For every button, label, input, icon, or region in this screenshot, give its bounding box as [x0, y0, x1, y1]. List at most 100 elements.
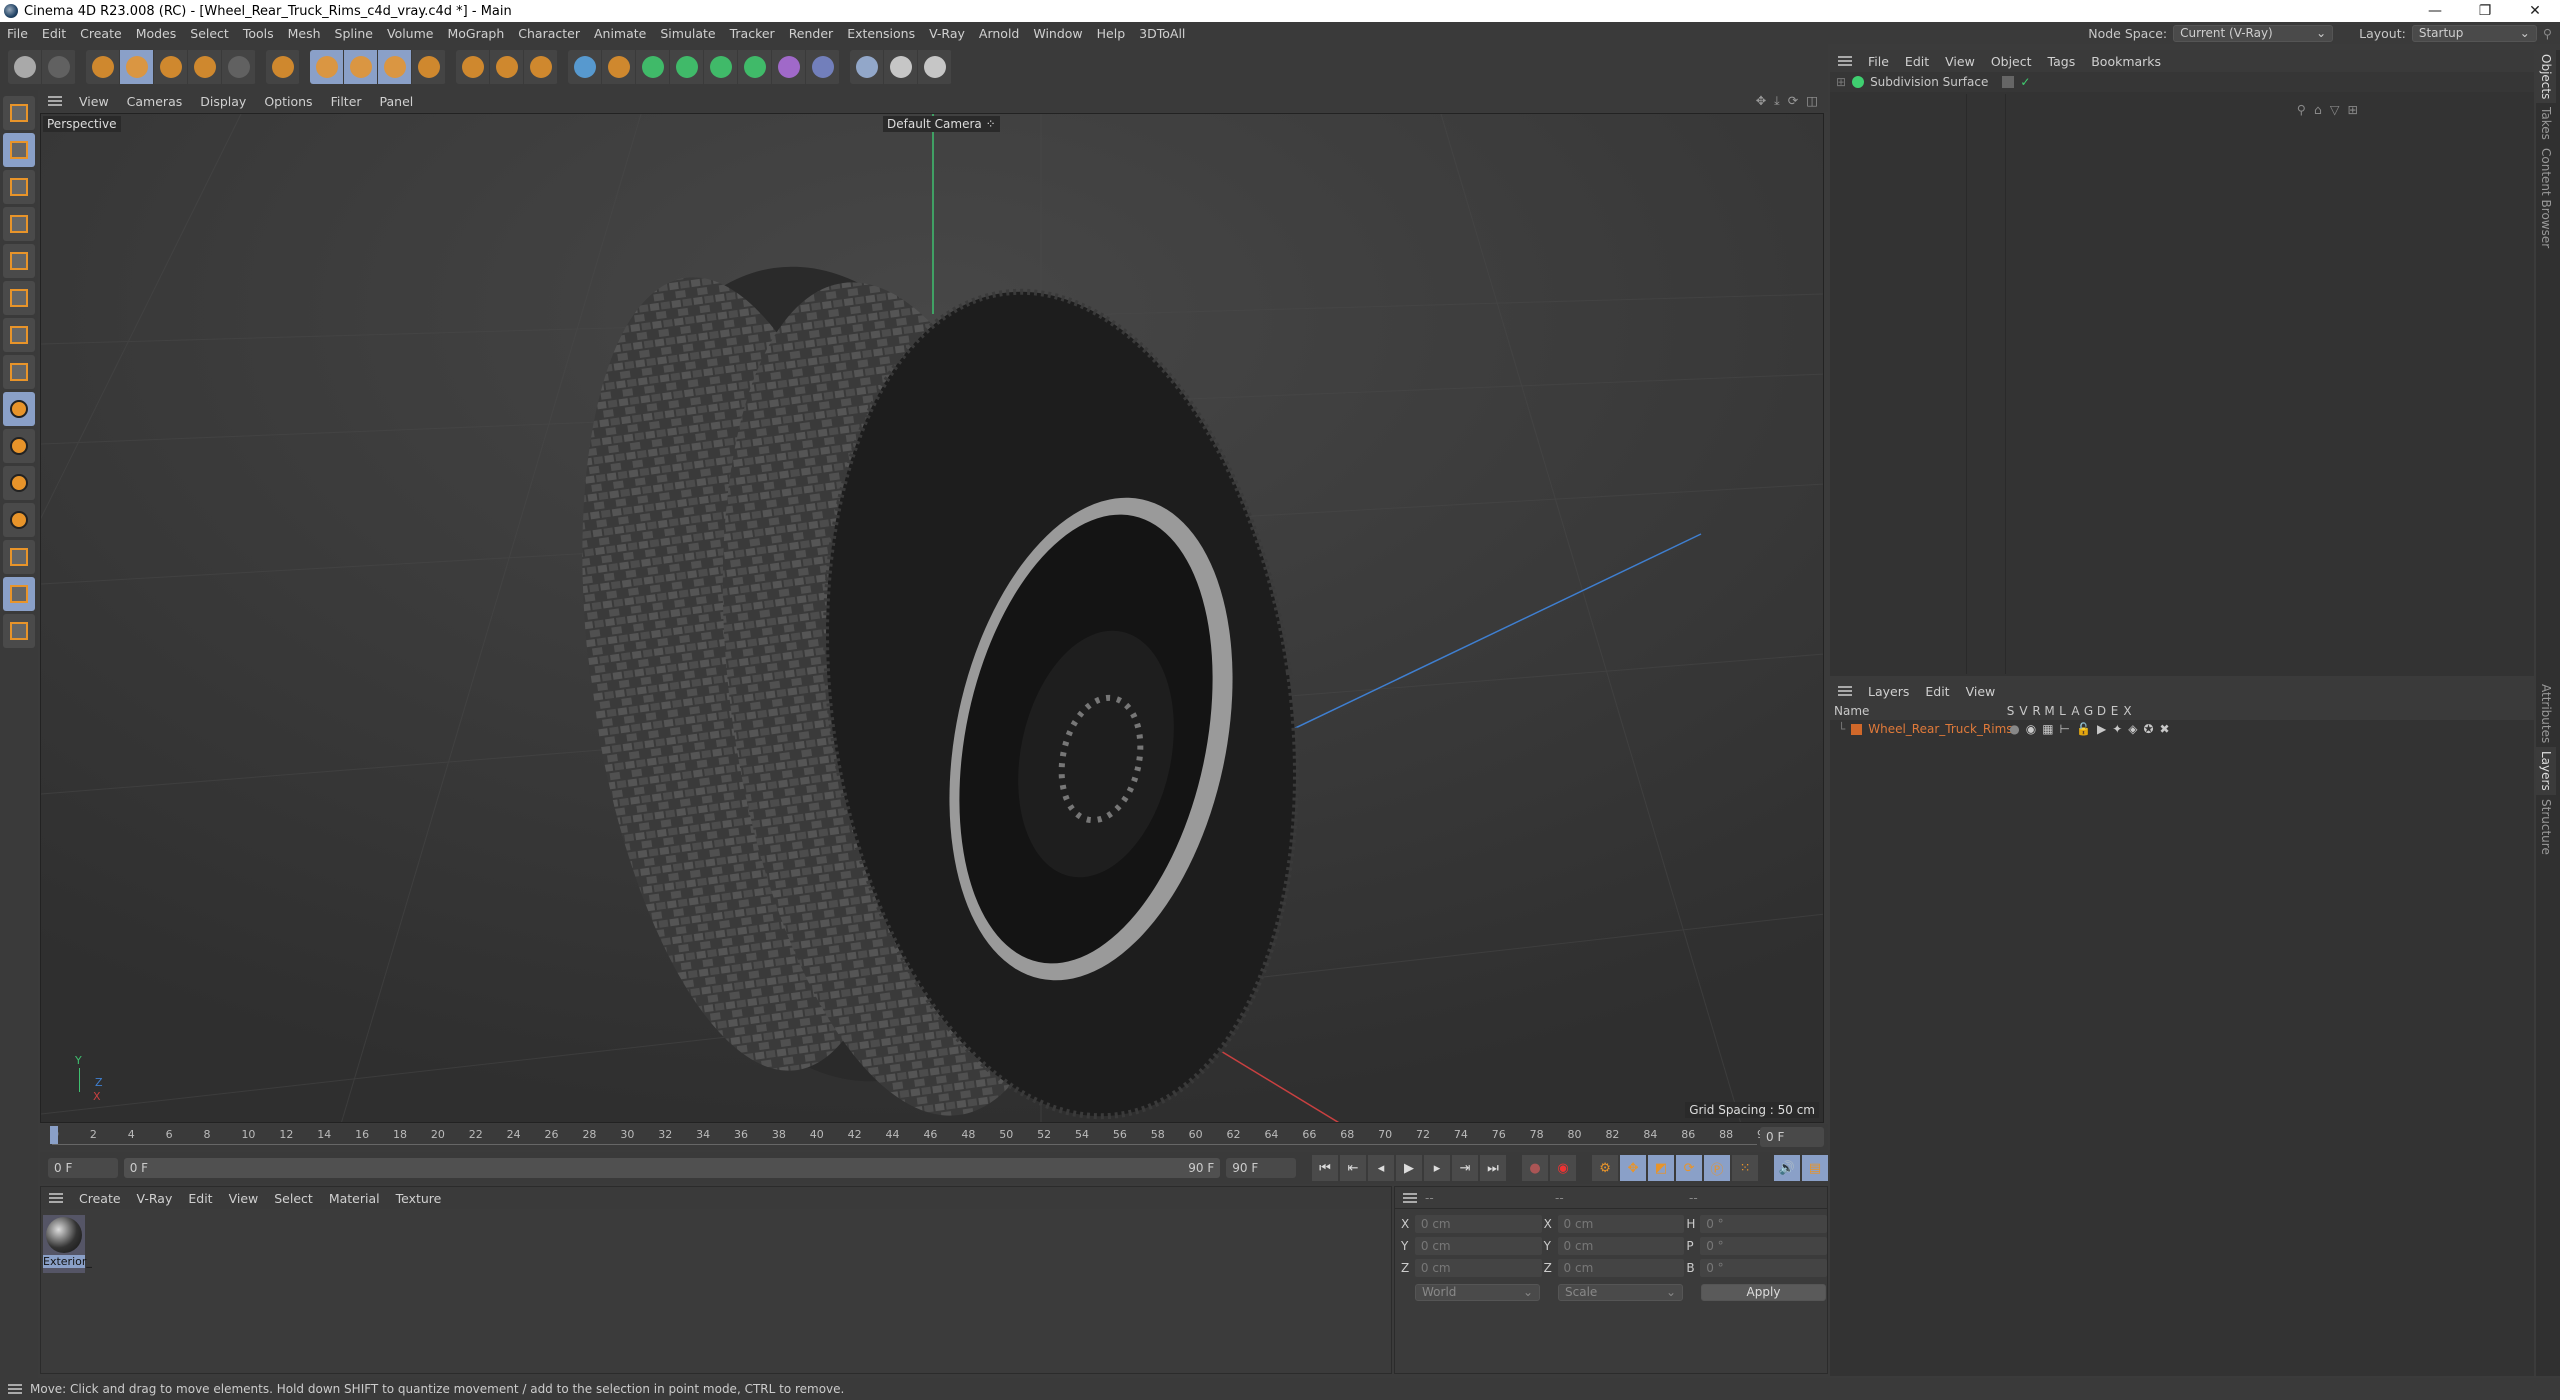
close-button[interactable]: ✕	[2510, 0, 2560, 22]
layer-column-s[interactable]: S	[2004, 704, 2017, 718]
current-frame-field[interactable]: 0 F	[1760, 1127, 1824, 1147]
xref-icon[interactable]: ✖	[2160, 722, 2170, 736]
object-menu-edit[interactable]: Edit	[1897, 54, 1937, 69]
array-button[interactable]	[704, 50, 738, 84]
layer-row[interactable]: └ Wheel_Rear_Truck_Rims ● ◉ ▦ ⊢ 🔓 ▶ ✦ ◈ …	[1830, 720, 2534, 738]
previous-frame-icon[interactable]: ◂	[1368, 1155, 1395, 1181]
snap-button[interactable]	[3, 392, 35, 426]
coordinate-z-field[interactable]: 0 cm	[1414, 1259, 1542, 1277]
new-view-icon[interactable]: ⊞	[2348, 102, 2358, 117]
key-scale-icon[interactable]: ◩	[1648, 1155, 1675, 1181]
cloner-button[interactable]	[738, 50, 772, 84]
menu-mesh[interactable]: Mesh	[281, 26, 328, 41]
manager-icon[interactable]: ⊢	[2060, 722, 2070, 736]
workplane-align-button[interactable]	[3, 614, 35, 648]
cube-button[interactable]	[568, 50, 602, 84]
maximize-button[interactable]: ❐	[2460, 0, 2510, 22]
undo-button[interactable]	[8, 50, 42, 84]
extrude-button[interactable]	[670, 50, 704, 84]
move-button[interactable]	[120, 50, 154, 84]
next-key-icon[interactable]: ⇥	[1452, 1155, 1479, 1181]
side-tab-takes[interactable]: Takes	[2536, 103, 2556, 144]
layer-column-l[interactable]: L	[2056, 704, 2069, 718]
layer-color-swatch[interactable]	[1851, 723, 1863, 735]
menu-character[interactable]: Character	[511, 26, 587, 41]
coordinate-h-field[interactable]: 0 °	[1700, 1215, 1827, 1233]
key-position-icon[interactable]: ✥	[1620, 1155, 1647, 1181]
timeline-ruler[interactable]: 0246810121416182022242628303234363840424…	[40, 1124, 1828, 1150]
locked-workplane-button[interactable]	[3, 577, 35, 611]
layer-column-d[interactable]: D	[2095, 704, 2108, 718]
snap-settings-button[interactable]	[3, 429, 35, 463]
playhead[interactable]	[50, 1126, 58, 1144]
expressions-icon[interactable]: ✪	[2143, 722, 2153, 736]
object-menu-tags[interactable]: Tags	[2040, 54, 2084, 69]
menu-create[interactable]: Create	[73, 26, 129, 41]
layer-column-v[interactable]: V	[2017, 704, 2030, 718]
camera-name-label[interactable]: Default Camera ⁘	[883, 116, 1000, 132]
menu-3dtoall[interactable]: 3DToAll	[1132, 26, 1192, 41]
menu-volume[interactable]: Volume	[380, 26, 441, 41]
animation-icon[interactable]: ▶	[2097, 722, 2106, 736]
dolly-icon[interactable]: ⤓	[1774, 93, 1780, 109]
menu-animate[interactable]: Animate	[587, 26, 653, 41]
coordinate-z-field[interactable]: 0 cm	[1557, 1259, 1685, 1277]
key-rotation-icon[interactable]: ⟳	[1676, 1155, 1703, 1181]
hamburger-icon[interactable]	[48, 96, 62, 106]
layer-menu-view[interactable]: View	[1958, 684, 2004, 699]
y-axis-button[interactable]	[344, 50, 378, 84]
generators-icon[interactable]: ✦	[2112, 722, 2122, 736]
menu-modes[interactable]: Modes	[129, 26, 184, 41]
edge-mode-button[interactable]	[3, 244, 35, 278]
model-mode-button[interactable]	[3, 96, 35, 130]
menu-tools[interactable]: Tools	[236, 26, 281, 41]
render-picture-viewer-button[interactable]	[490, 50, 524, 84]
side-tab-objects[interactable]: Objects	[2536, 50, 2556, 104]
hamburger-icon[interactable]	[8, 1384, 22, 1394]
select-button[interactable]	[86, 50, 120, 84]
object-row[interactable]: ⊞ Subdivision Surface ✓	[1830, 72, 2534, 92]
layer-column-a[interactable]: A	[2069, 704, 2082, 718]
record-icon[interactable]: ●	[1522, 1155, 1549, 1181]
viewport-menu-options[interactable]: Options	[255, 94, 321, 109]
workplane-snap-button[interactable]	[3, 466, 35, 500]
layer-column-x[interactable]: X	[2121, 704, 2134, 718]
menu-window[interactable]: Window	[1026, 26, 1089, 41]
hamburger-icon[interactable]	[49, 1193, 63, 1203]
sound-icon[interactable]: 🔊	[1774, 1155, 1801, 1181]
coordinate-x-field[interactable]: 0 cm	[1557, 1215, 1685, 1233]
floor-button[interactable]	[850, 50, 884, 84]
object-menu-bookmarks[interactable]: Bookmarks	[2083, 54, 2169, 69]
viewport-menu-filter[interactable]: Filter	[322, 94, 371, 109]
lock-icon[interactable]: 🔓	[2076, 722, 2091, 736]
menu-file[interactable]: File	[0, 26, 35, 41]
3d-viewport[interactable]: Perspective Default Camera ⁘ Grid Spacin…	[40, 113, 1824, 1123]
viewport-menu-panel[interactable]: Panel	[371, 94, 423, 109]
point-mode-button[interactable]	[3, 207, 35, 241]
pan-icon[interactable]: ✥	[1756, 93, 1766, 109]
material-menu-vray[interactable]: V-Ray	[129, 1191, 181, 1206]
layer-menu-layers[interactable]: Layers	[1860, 684, 1917, 699]
render-icon[interactable]: ▦	[2042, 722, 2053, 736]
search-icon[interactable]: ⚲	[2297, 102, 2306, 117]
film-strip-icon[interactable]: ▤	[1802, 1155, 1829, 1181]
measure-button[interactable]	[772, 50, 806, 84]
autokey-icon[interactable]: ◉	[1550, 1155, 1577, 1181]
go-to-start-icon[interactable]: ⏮	[1312, 1155, 1339, 1181]
z-axis-button[interactable]	[378, 50, 412, 84]
layer-column-name[interactable]: Name	[1834, 704, 2004, 718]
coordinate-mode-select[interactable]: World ⌄	[1415, 1283, 1540, 1301]
object-menu-object[interactable]: Object	[1983, 54, 2040, 69]
coordinate-x-field[interactable]: 0 cm	[1414, 1215, 1542, 1233]
coordinate-y-field[interactable]: 0 cm	[1557, 1237, 1685, 1255]
layout-select[interactable]: Startup ⌄	[2411, 24, 2537, 42]
layer-column-m[interactable]: M	[2043, 704, 2056, 718]
object-mode-button[interactable]	[3, 133, 35, 167]
object-menu-view[interactable]: View	[1937, 54, 1983, 69]
key-parameter-icon[interactable]: Ⓟ	[1704, 1155, 1731, 1181]
menu-spline[interactable]: Spline	[328, 26, 380, 41]
filter-icon[interactable]: ▽	[2330, 102, 2340, 117]
key-pla-icon[interactable]: ⁙	[1732, 1155, 1759, 1181]
menu-arnold[interactable]: Arnold	[972, 26, 1026, 41]
render-view-button[interactable]	[456, 50, 490, 84]
